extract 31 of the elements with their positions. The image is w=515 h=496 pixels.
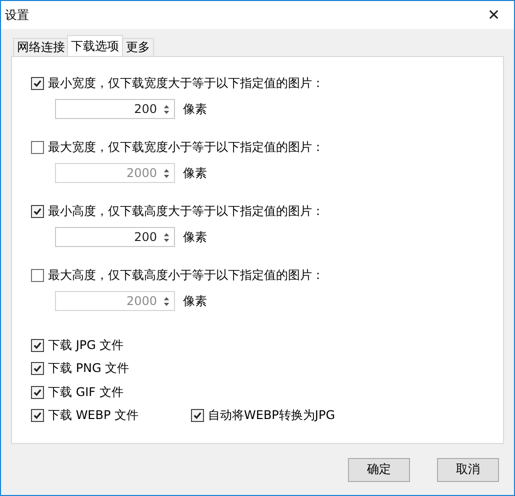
- ok-button[interactable]: 确定: [348, 458, 410, 482]
- checkbox[interactable]: [31, 76, 44, 90]
- checkbox[interactable]: [31, 386, 44, 398]
- checkbox-label: 最大宽度，仅下载宽度小于等于以下指定值的图片：: [48, 138, 324, 156]
- unit-label: 像素: [183, 100, 207, 118]
- checkbox-label: 最大高度，仅下载高度小于等于以下指定值的图片：: [48, 266, 324, 284]
- unit-label: 像素: [183, 164, 207, 182]
- unit-label: 像素: [183, 292, 207, 310]
- checkbox-label: 最小高度，仅下载高度大于等于以下指定值的图片：: [48, 202, 324, 220]
- number-field[interactable]: 200: [55, 99, 175, 119]
- checkbox[interactable]: [31, 338, 44, 352]
- checkbox-label: 下载 PNG 文件: [48, 360, 130, 377]
- tab[interactable]: 网络连接: [13, 38, 69, 56]
- checkbox[interactable]: [31, 362, 44, 375]
- checkbox-label: 自动将WEBP转换为JPG: [208, 407, 335, 424]
- checkbox[interactable]: [191, 409, 204, 422]
- tab[interactable]: 下载选项: [67, 35, 123, 56]
- checkbox-label: 下载 GIF 文件: [48, 384, 124, 400]
- cancel-button[interactable]: 取消: [437, 458, 499, 482]
- window-title: 设置: [5, 6, 29, 24]
- checkbox[interactable]: [31, 204, 44, 218]
- checkbox-label: 最小宽度，仅下载宽度大于等于以下指定值的图片：: [48, 74, 324, 92]
- checkbox[interactable]: [31, 409, 44, 422]
- checkbox-label: 下载 JPG 文件: [48, 336, 124, 354]
- spinner-arrows-icon[interactable]: [163, 104, 170, 114]
- unit-label: 像素: [183, 228, 207, 246]
- number-field[interactable]: 200: [55, 227, 175, 247]
- close-button[interactable]: ✕: [474, 1, 514, 29]
- spinner-arrows-icon[interactable]: [163, 232, 170, 242]
- tab[interactable]: 更多: [122, 38, 154, 56]
- checkbox-label: 下载 WEBP 文件: [48, 407, 139, 424]
